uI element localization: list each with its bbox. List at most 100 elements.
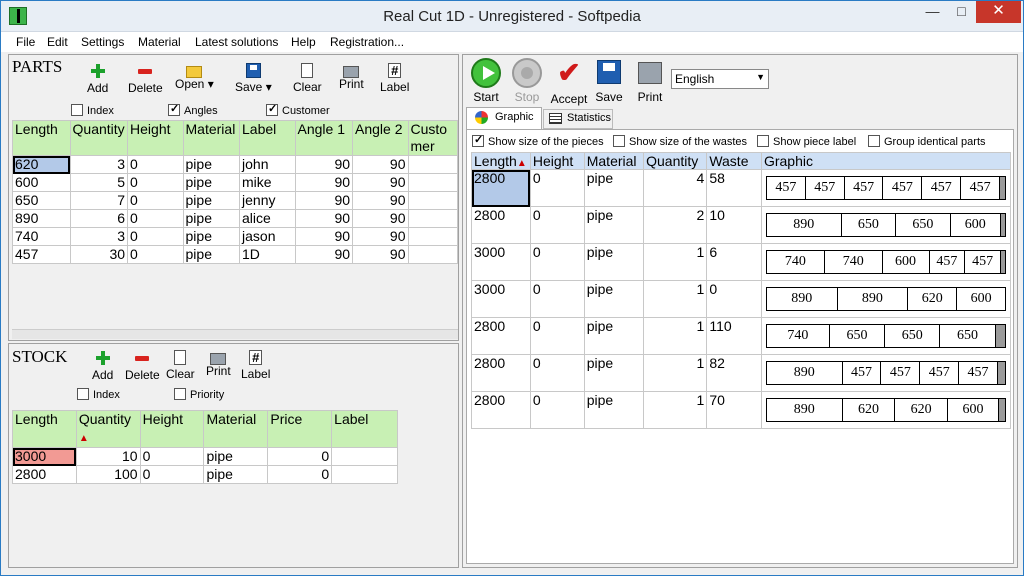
table-row[interactable]: 3000 10 0 pipe 0 <box>12 447 398 466</box>
checkbox[interactable] <box>174 388 186 400</box>
table-cell[interactable]: 600 <box>12 173 71 192</box>
checkbox[interactable] <box>472 133 484 147</box>
minimize-button[interactable]: — <box>918 1 947 23</box>
table-cell[interactable] <box>407 209 458 228</box>
table-cell[interactable]: 2800 <box>12 465 77 484</box>
table-cell[interactable]: 3000 <box>12 447 77 466</box>
checkbox[interactable] <box>757 135 769 147</box>
table-cell[interactable]: 90 <box>294 191 354 210</box>
table-cell[interactable]: 90 <box>294 245 354 264</box>
menu-help[interactable]: Help <box>291 35 316 49</box>
table-cell[interactable]: pipe <box>583 317 645 355</box>
show-piece-label-checkbox[interactable]: Show piece label <box>757 135 856 148</box>
parts-customer-checkbox[interactable]: Customer <box>266 102 330 117</box>
accept-button[interactable]: ✔ Accept <box>549 58 589 107</box>
table-cell[interactable] <box>407 191 458 210</box>
table-cell[interactable]: 10 <box>706 206 762 244</box>
table-cell[interactable]: 7 <box>69 191 129 210</box>
table-cell[interactable]: 1 <box>643 354 708 392</box>
table-cell[interactable]: 90 <box>352 227 409 246</box>
table-cell[interactable]: 90 <box>352 155 409 174</box>
table-cell[interactable]: pipe <box>182 245 241 264</box>
table-cell[interactable]: 0 <box>127 209 184 228</box>
table-cell[interactable]: 2800 <box>471 206 531 244</box>
table-cell[interactable]: 3000 <box>471 280 531 318</box>
table-cell[interactable]: 0 <box>529 280 585 318</box>
table-cell[interactable]: 2800 <box>471 169 531 207</box>
table-row[interactable]: 2800 0 pipe 2 10 890 650 650 600 <box>471 206 1012 244</box>
table-cell[interactable]: 0 <box>267 465 333 484</box>
table-cell[interactable]: 100 <box>75 465 141 484</box>
table-cell[interactable]: pipe <box>182 173 241 192</box>
checkbox[interactable] <box>868 135 880 147</box>
table-cell[interactable]: mike <box>239 173 296 192</box>
column-header[interactable]: Label <box>239 120 296 156</box>
table-cell[interactable]: pipe <box>583 243 645 281</box>
solution-print-button[interactable]: Print <box>635 60 665 104</box>
table-cell[interactable]: 0 <box>529 243 585 281</box>
column-header[interactable]: Quantity <box>643 152 708 170</box>
menu-material[interactable]: Material <box>138 35 181 49</box>
table-cell[interactable] <box>407 155 458 174</box>
stock-index-checkbox[interactable]: Index <box>77 388 120 401</box>
table-row[interactable]: 620 3 0 pipe john 90 90 <box>12 155 458 174</box>
table-cell[interactable]: 110 <box>706 317 762 355</box>
table-cell[interactable]: pipe <box>182 191 241 210</box>
table-cell[interactable]: jason <box>239 227 296 246</box>
column-header[interactable]: Graphic <box>760 152 1012 170</box>
table-cell[interactable]: pipe <box>182 227 241 246</box>
solution-save-button[interactable]: Save <box>594 60 624 104</box>
horizontal-scrollbar[interactable] <box>12 329 458 339</box>
stock-clear-button[interactable]: Clear <box>166 350 195 381</box>
table-row[interactable]: 2800 0 pipe 4 58 457 457 457 457 457 457 <box>471 169 1012 207</box>
table-cell[interactable]: 90 <box>294 209 354 228</box>
table-cell[interactable]: pipe <box>583 354 645 392</box>
table-cell[interactable] <box>407 245 458 264</box>
menu-edit[interactable]: Edit <box>47 35 68 49</box>
parts-label-button[interactable]: # Label <box>380 63 409 94</box>
close-button[interactable]: ✕ <box>976 1 1021 23</box>
table-row[interactable]: 3000 0 pipe 1 6 740 740 600 457 457 <box>471 243 1012 281</box>
table-cell[interactable]: pipe <box>583 206 645 244</box>
table-cell[interactable] <box>331 465 398 484</box>
table-row[interactable]: 2800 0 pipe 1 110 740 650 650 650 <box>471 317 1012 355</box>
table-cell[interactable]: 6 <box>69 209 129 228</box>
table-cell[interactable]: 90 <box>352 245 409 264</box>
table-cell[interactable]: 90 <box>294 173 354 192</box>
table-cell[interactable]: pipe <box>203 447 269 466</box>
table-cell[interactable]: alice <box>239 209 296 228</box>
table-cell[interactable]: 2800 <box>471 317 531 355</box>
stock-priority-checkbox[interactable]: Priority <box>174 388 224 401</box>
menu-latest-solutions[interactable]: Latest solutions <box>195 35 278 49</box>
parts-delete-button[interactable]: Delete <box>128 63 163 95</box>
parts-print-button[interactable]: Print <box>339 63 364 91</box>
table-cell[interactable]: 0 <box>127 173 184 192</box>
column-header[interactable]: Angle 1 <box>294 120 354 156</box>
table-cell[interactable]: 0 <box>529 391 585 429</box>
column-header[interactable]: Height <box>529 152 585 170</box>
column-header[interactable]: Material <box>203 410 269 448</box>
stock-delete-button[interactable]: Delete <box>125 350 160 382</box>
table-cell[interactable]: 1 <box>643 243 708 281</box>
table-row[interactable]: 457 30 0 pipe 1D 90 90 <box>12 245 458 264</box>
table-cell[interactable] <box>407 227 458 246</box>
table-cell[interactable]: 1 <box>643 317 708 355</box>
stock-label-button[interactable]: # Label <box>241 350 270 381</box>
column-header[interactable]: Length <box>12 410 77 448</box>
table-cell[interactable]: 0 <box>127 155 184 174</box>
checkbox[interactable] <box>168 102 180 116</box>
column-header[interactable]: Quantity <box>69 120 129 156</box>
table-cell[interactable]: 2 <box>643 206 708 244</box>
table-cell[interactable]: 0 <box>127 227 184 246</box>
table-cell[interactable]: 0 <box>127 245 184 264</box>
stop-button[interactable]: Stop <box>509 58 545 104</box>
menu-registration[interactable]: Registration... <box>330 35 404 49</box>
table-cell[interactable]: 0 <box>127 191 184 210</box>
table-cell[interactable]: 3 <box>69 227 129 246</box>
table-cell[interactable]: 30 <box>69 245 129 264</box>
column-header[interactable]: Label <box>331 410 398 448</box>
checkbox[interactable] <box>71 104 83 116</box>
table-cell[interactable]: 82 <box>706 354 762 392</box>
tab-statistics[interactable]: Statistics <box>543 109 613 129</box>
table-cell[interactable]: 0 <box>529 317 585 355</box>
